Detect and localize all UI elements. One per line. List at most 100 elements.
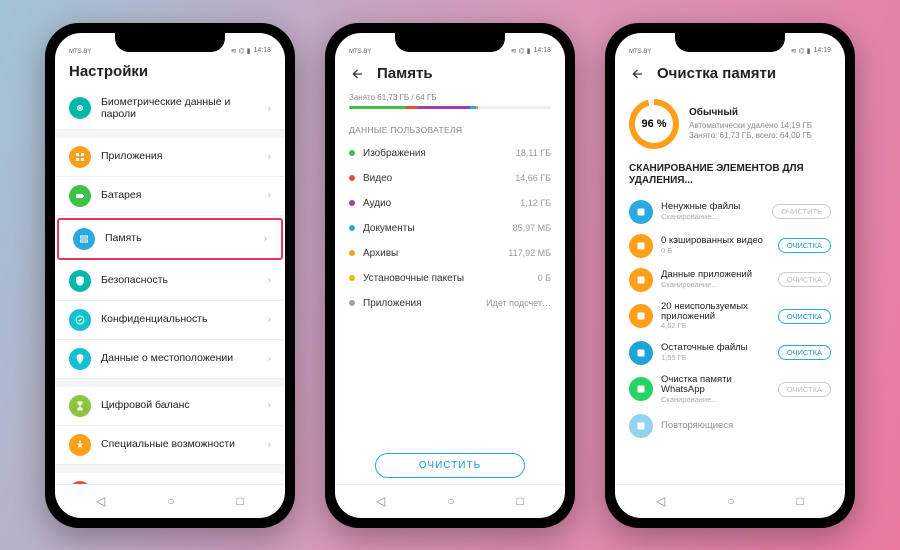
cleanup-action-button[interactable]: ОЧИСТКА (778, 345, 831, 360)
android-navbar: ◁ ○ □ (55, 484, 285, 518)
settings-row[interactable]: Приложения › (55, 138, 285, 177)
storage-category-row[interactable]: Видео14,66 ГБ (335, 166, 565, 191)
cleanup-action-button[interactable]: ОЧИСТИТЬ (772, 204, 831, 219)
back-icon[interactable] (629, 65, 647, 83)
settings-row[interactable]: Данные о местоположении› (55, 340, 285, 379)
settings-row[interactable]: Цифровой баланс › (55, 387, 285, 426)
scan-section-title: СКАНИРОВАНИЕ ЭЛЕМЕНТОВ ДЛЯ УДАЛЕНИЯ... (615, 159, 845, 195)
carrier-label: MTS.BY (69, 49, 91, 55)
settings-row[interactable]: Конфиденциальность› (55, 301, 285, 340)
gauge-line2: Занято: 61,73 ГБ, всего: 64,00 ГБ (689, 131, 812, 141)
settings-row[interactable]: Аккаунты› (55, 473, 285, 484)
nav-recent[interactable]: □ (237, 494, 244, 508)
cleanup-row[interactable]: Ненужные файлыСканирование… ОЧИСТИТЬ (615, 195, 845, 229)
cleanup-text: Данные приложенийСканирование… (661, 270, 770, 289)
settings-row[interactable]: Биометрические данные и пароли› (55, 88, 285, 130)
row-label: Безопасность (101, 274, 258, 287)
nav-back[interactable]: ◁ (376, 494, 385, 508)
cleanup-title: Очистка памяти WhatsApp (661, 375, 770, 396)
nav-recent[interactable]: □ (517, 494, 524, 508)
cleanup-category-icon (629, 304, 653, 328)
notch (675, 30, 785, 52)
nav-back[interactable]: ◁ (96, 494, 105, 508)
settings-row[interactable]: Батарея› (55, 177, 285, 216)
storage-segment (349, 106, 406, 109)
category-dot-icon (349, 225, 355, 231)
carrier-label: MTS.BY (629, 49, 651, 55)
chevron-right-icon: › (268, 400, 271, 411)
cleanup-row[interactable]: Данные приложенийСканирование… ОЧИСТКА (615, 263, 845, 297)
cleanup-row[interactable]: Повторяющиеся (615, 409, 845, 443)
cleanup-category-icon (629, 268, 653, 292)
category-value: 18,11 ГБ (516, 148, 551, 158)
settings-row[interactable]: Специальные возможности› (55, 426, 285, 465)
row-label: Память (105, 232, 254, 245)
storage-category-row[interactable]: Аудио 1,12 ГБ (335, 191, 565, 216)
category-value: 1,12 ГБ (520, 198, 551, 208)
clean-button[interactable]: ОЧИСТИТЬ (375, 453, 525, 478)
cleanup-subtitle: 1,55 ГБ (661, 354, 770, 362)
category-label: Аудио (363, 198, 512, 209)
storage-category-row[interactable]: Архивы117,92 МБ (335, 241, 565, 266)
chevron-right-icon: › (268, 151, 271, 162)
settings-row[interactable]: Безопасность › (55, 262, 285, 301)
storage-category-row[interactable]: Документы85,97 МБ (335, 216, 565, 241)
cleanup-text: Остаточные файлы1,55 ГБ (661, 343, 770, 362)
header: Очистка памяти (615, 57, 845, 93)
clock: 14:18 (533, 47, 551, 54)
settings-row[interactable]: Память› (57, 218, 283, 260)
cleanup-subtitle: Сканирование… (661, 213, 764, 221)
accessibility-icon (69, 434, 91, 456)
cleanup-row[interactable]: Очистка памяти WhatsAppСканирование… ОЧИС… (615, 370, 845, 409)
gauge-line1: Автоматически удалено 14,19 ГБ (689, 121, 812, 131)
storage-gauge: 96 % (629, 99, 679, 149)
cleanup-action-button[interactable]: ОЧИСТКА (778, 309, 831, 324)
nav-home[interactable]: ○ (447, 494, 454, 508)
cleanup-text: Повторяющиеся (661, 421, 831, 431)
nav-recent[interactable]: □ (797, 494, 804, 508)
storage-bar (349, 106, 551, 109)
header: Память (335, 57, 565, 93)
phone-settings: MTS.BY ≋ ⌬ ▮14:18 Настройки Биометрическ… (45, 23, 295, 528)
cleanup-category-icon (629, 200, 653, 224)
nav-home[interactable]: ○ (167, 494, 174, 508)
storage-icon (73, 228, 95, 250)
chevron-right-icon: › (268, 190, 271, 201)
chevron-right-icon: › (268, 353, 271, 364)
cleanup-action-button[interactable]: ОЧИСТКА (778, 272, 831, 287)
page-title: Память (377, 65, 433, 82)
cleanup-row[interactable]: 20 неиспользуемых приложений4,62 ГБ ОЧИСТ… (615, 297, 845, 336)
back-icon[interactable] (349, 65, 367, 83)
section-title: ДАННЫЕ ПОЛЬЗОВАТЕЛЯ (335, 121, 565, 141)
storage-category-row[interactable]: ПриложенияИдет подсчет… (335, 291, 565, 316)
storage-category-row[interactable]: Изображения 18,11 ГБ (335, 141, 565, 166)
category-label: Установочные пакеты (363, 273, 530, 284)
cleanup-action-button[interactable]: ОЧИСТКА (778, 238, 831, 253)
cleanup-subtitle: Сканирование… (661, 396, 770, 404)
row-label: Приложения (101, 150, 258, 163)
header: Настройки (55, 57, 285, 88)
nav-back[interactable]: ◁ (656, 494, 665, 508)
cleanup-action-button[interactable]: ОЧИСТКА (778, 382, 831, 397)
gauge-pct: 96 % (635, 105, 673, 143)
nav-home[interactable]: ○ (727, 494, 734, 508)
cleanup-row[interactable]: Остаточные файлы1,55 ГБ ОЧИСТКА (615, 336, 845, 370)
android-navbar: ◁ ○ □ (615, 484, 845, 518)
cleanup-text: 20 неиспользуемых приложений4,62 ГБ (661, 302, 770, 331)
status-icons: ≋ ⌬ ▮ (511, 47, 531, 55)
clock: 14:19 (813, 47, 831, 54)
cleanup-title: Повторяющиеся (661, 421, 831, 431)
cleanup-text: 0 кэшированных видео0 Б (661, 236, 770, 255)
page-title: Настройки (69, 63, 148, 80)
cleanup-category-icon (629, 234, 653, 258)
storage-category-row[interactable]: Установочные пакеты0 Б (335, 266, 565, 291)
chevron-right-icon: › (268, 275, 271, 286)
row-label: Цифровой баланс (101, 399, 258, 412)
settings-list[interactable]: Биометрические данные и пароли› Приложени… (55, 88, 285, 484)
cleanup-category-icon (629, 377, 653, 401)
cleanup-list: Ненужные файлыСканирование… ОЧИСТИТЬ 0 кэш… (615, 195, 845, 484)
cleanup-text: Ненужные файлыСканирование… (661, 202, 764, 221)
fingerprint-icon (69, 97, 91, 119)
category-label: Изображения (363, 148, 508, 159)
cleanup-row[interactable]: 0 кэшированных видео0 Б ОЧИСТКА (615, 229, 845, 263)
